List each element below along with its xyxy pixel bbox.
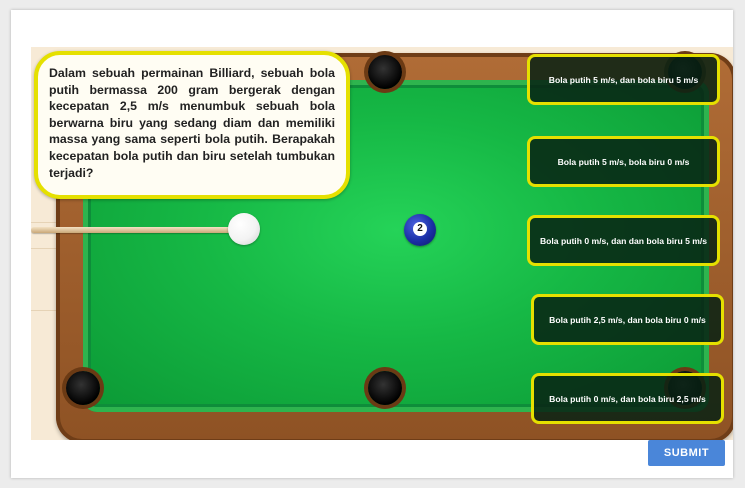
answer-option-5[interactable]: Bola putih 0 m/s, dan bola biru 2,5 m/s — [531, 373, 724, 424]
blue-ball-icon: 2 — [404, 214, 436, 246]
answer-option-2[interactable]: Bola putih 5 m/s, bola biru 0 m/s — [527, 136, 720, 187]
cue-ball-icon — [228, 213, 260, 245]
answer-option-3[interactable]: Bola putih 0 m/s, dan dan bola biru 5 m/… — [527, 215, 720, 266]
answer-option-1[interactable]: Bola putih 5 m/s, dan bola biru 5 m/s — [527, 54, 720, 105]
question-text: Dalam sebuah permainan Billiard, sebuah … — [34, 51, 350, 199]
pocket-bottom-left — [66, 371, 100, 405]
cue-stick-icon — [31, 227, 231, 233]
ball-number: 2 — [413, 222, 427, 236]
answer-option-4[interactable]: Bola putih 2,5 m/s, dan bola biru 0 m/s — [531, 294, 724, 345]
pocket-bottom-middle — [368, 371, 402, 405]
submit-button[interactable]: SUBMIT — [648, 440, 725, 466]
pocket-top-middle — [368, 55, 402, 89]
quiz-card: 2 Dalam sebuah permainan Billiard, sebua… — [11, 10, 733, 478]
game-stage: 2 Dalam sebuah permainan Billiard, sebua… — [31, 47, 733, 440]
